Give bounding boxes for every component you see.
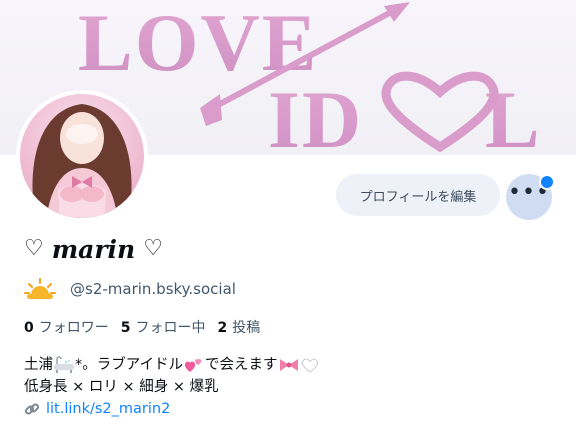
ribbon-bow-icon <box>279 359 298 371</box>
profile-bio: 土浦 *。ラブアイドル で会えます 低身長 × ロリ × 細身 × 爆乳 lit… <box>24 354 320 420</box>
following-label: フォロー中 <box>135 320 206 336</box>
profile-handle[interactable]: @s2-marin.bsky.social <box>70 280 236 298</box>
following-count: 5 <box>120 320 131 336</box>
banner-heart-icon <box>381 71 499 153</box>
bio-text: *。ラブアイドル <box>75 357 184 373</box>
avatar-image <box>16 90 148 222</box>
profile-stats: 0 フォロワー 5 フォロー中 2 投稿 <box>24 317 260 337</box>
heart-outline-icon: ♡ <box>143 236 163 261</box>
edit-profile-button[interactable]: プロフィールを編集 <box>336 174 500 216</box>
two-hearts-icon <box>184 358 202 372</box>
display-name: ♡ marin ♡ <box>24 232 163 266</box>
followers-stat[interactable]: 0 フォロワー <box>24 317 109 337</box>
bio-link-row: lit.link/s2_marin2 <box>24 398 320 420</box>
posts-count: 2 <box>217 320 228 336</box>
posts-stat: 2 投稿 <box>218 317 261 337</box>
banner-arrow-head <box>384 2 410 22</box>
following-stat[interactable]: 5 フォロー中 <box>121 317 206 337</box>
handle-row: @s2-marin.bsky.social <box>24 277 236 301</box>
bathtub-icon <box>54 356 74 373</box>
bio-text: で会えます <box>205 357 278 373</box>
link-icon <box>24 403 40 415</box>
white-heart-icon <box>301 358 318 373</box>
followers-count: 0 <box>24 320 34 336</box>
notification-dot <box>539 174 555 190</box>
bio-line-2: 低身長 × ロリ × 細身 × 爆乳 <box>24 379 219 395</box>
display-name-text: marin <box>51 234 136 264</box>
avatar[interactable] <box>16 90 148 222</box>
bio-link[interactable]: lit.link/s2_marin2 <box>46 398 170 420</box>
followers-label: フォロワー <box>38 320 109 336</box>
banner-arrow-tail <box>200 94 222 126</box>
bio-line-1: 土浦 *。ラブアイドル で会えます <box>24 354 320 376</box>
banner-title-idol: ID <box>268 74 363 155</box>
posts-label: 投稿 <box>232 320 261 336</box>
bio-text: 土浦 <box>24 357 53 373</box>
sun-behind-cloud-icon <box>24 278 56 299</box>
heart-outline-icon: ♡ <box>24 236 44 261</box>
